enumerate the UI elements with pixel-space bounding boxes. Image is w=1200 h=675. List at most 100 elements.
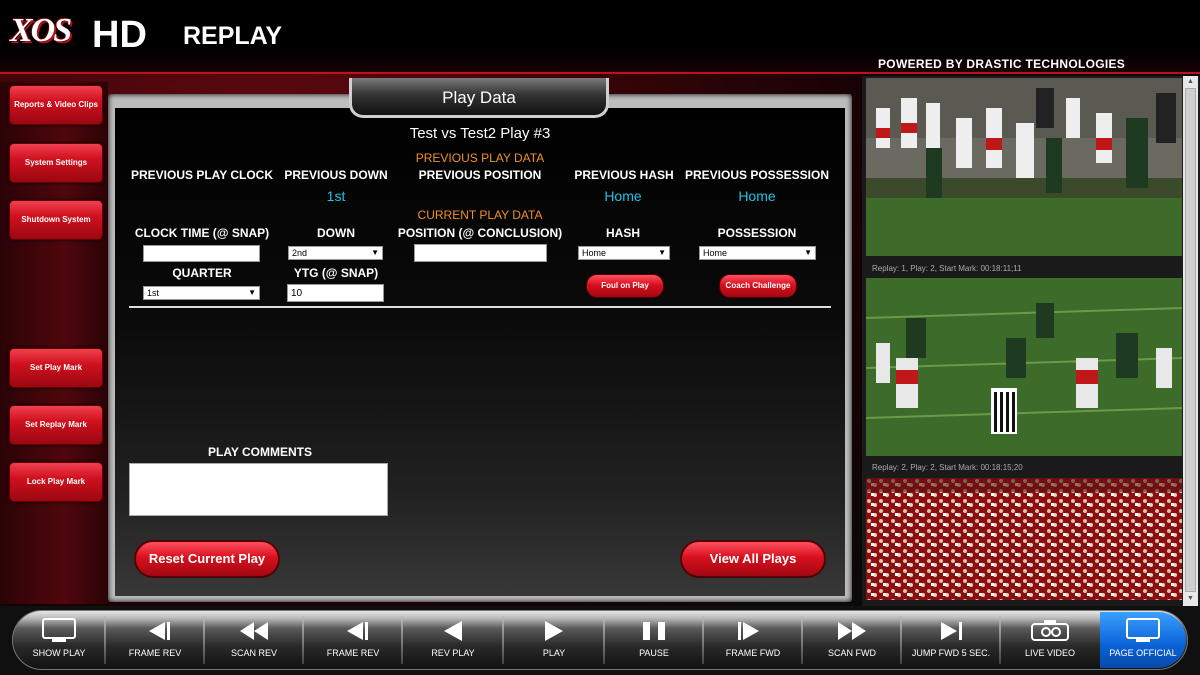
shutdown-system-button[interactable]: Shutdown System	[9, 200, 103, 240]
frame-rev-icon	[347, 622, 368, 640]
down-select-value: 2nd	[292, 248, 308, 258]
transport-separator	[401, 616, 403, 664]
system-settings-button[interactable]: System Settings	[9, 143, 103, 183]
play-comments-label: PLAY COMMENTS	[207, 445, 312, 459]
frame-fwd-label: FRAME FWD	[725, 648, 781, 658]
quarter-select-value: 1st	[147, 288, 160, 298]
page-official-button[interactable]: PAGE OFFICIAL	[1100, 612, 1186, 668]
transport-separator	[203, 616, 205, 664]
reset-current-play-button[interactable]: Reset Current Play	[134, 540, 280, 578]
possession-label: POSSESSION	[717, 226, 797, 240]
scan-fwd-icon	[838, 622, 866, 640]
live-video-label: LIVE VIDEO	[1024, 648, 1076, 658]
frame-rev-button-2[interactable]: FRAME REV	[305, 612, 401, 668]
frame-rev-icon	[149, 622, 170, 640]
logo-replay-text: REPLAY	[183, 22, 283, 50]
view-all-plays-button[interactable]: View All Plays	[680, 540, 826, 578]
live-video-button[interactable]: LIVE VIDEO	[1002, 612, 1098, 668]
jump-fwd-5-sec-button[interactable]: JUMP FWD 5 SEC.	[903, 612, 999, 668]
xos-logo: XOS	[10, 12, 72, 49]
chevron-down-icon: ▼	[248, 288, 256, 297]
transport-separator	[801, 616, 803, 664]
down-label: DOWN	[317, 226, 355, 240]
transport-separator	[603, 616, 605, 664]
quarter-select[interactable]: 1st ▼	[143, 286, 260, 300]
lock-play-mark-button[interactable]: Lock Play Mark	[9, 462, 103, 502]
frame-fwd-icon	[738, 622, 759, 640]
scroll-up-icon[interactable]: ▲	[1185, 77, 1196, 87]
field-action-photo	[866, 278, 1182, 456]
previous-down-value: 1st	[326, 188, 346, 204]
position-label: POSITION (@ CONCLUSION)	[397, 226, 563, 240]
scan-fwd-button[interactable]: SCAN FWD	[804, 612, 900, 668]
scan-fwd-label: SCAN FWD	[828, 648, 876, 658]
camera-icon	[1031, 620, 1069, 641]
play-label: PLAY	[542, 648, 566, 658]
play-comments-input[interactable]	[129, 463, 388, 516]
foul-on-play-button[interactable]: Foul on Play	[586, 274, 664, 298]
hash-select-value: Home	[582, 248, 607, 258]
chevron-down-icon: ▼	[658, 248, 666, 257]
transport-separator	[104, 616, 106, 664]
pause-icon	[643, 622, 665, 640]
previous-position-label: PREVIOUS POSITION	[418, 168, 542, 182]
pause-label: PAUSE	[639, 648, 669, 658]
scrollbar-thumb[interactable]	[1185, 88, 1196, 592]
frame-rev-button[interactable]: FRAME REV	[107, 612, 203, 668]
reports-video-clips-button[interactable]: Reports & Video Clips	[9, 85, 103, 125]
video-clip-2-thumbnail[interactable]	[866, 278, 1182, 456]
possession-select[interactable]: Home ▼	[699, 246, 816, 260]
previous-down-label: PREVIOUS DOWN	[284, 168, 388, 182]
video-clip-2-caption: Replay: 2, Play: 2, Start Mark: 00:18:15…	[872, 463, 1023, 472]
jump-fwd-5-sec-label: JUMP FWD 5 SEC.	[911, 648, 991, 658]
clock-time-input[interactable]	[143, 245, 260, 262]
possession-select-value: Home	[703, 248, 728, 258]
scroll-down-icon[interactable]: ▼	[1185, 594, 1196, 604]
panel-title: Play Data	[349, 78, 609, 118]
transport-separator	[502, 616, 504, 664]
previous-possession-value: Home	[738, 188, 776, 204]
logo-hd-text: HD	[92, 14, 147, 56]
video-clip-1-thumbnail[interactable]	[866, 78, 1182, 256]
previous-hash-label: PREVIOUS HASH	[574, 168, 674, 182]
position-input[interactable]	[414, 244, 547, 262]
video-clip-1-caption: Replay: 1, Play: 2, Start Mark: 00:18:11…	[872, 264, 1022, 273]
quarter-label: QUARTER	[172, 266, 232, 280]
scan-rev-icon	[240, 622, 268, 640]
ytg-input[interactable]	[287, 284, 384, 302]
scan-rev-button[interactable]: SCAN REV	[206, 612, 302, 668]
rev-play-label: REV PLAY	[431, 648, 475, 658]
coach-challenge-button[interactable]: Coach Challenge	[719, 274, 797, 298]
crowd-photo	[866, 478, 1182, 600]
frame-rev-label: FRAME REV	[128, 648, 182, 658]
panel-divider	[129, 306, 831, 308]
monitor-icon	[1126, 618, 1160, 642]
pause-button[interactable]: PAUSE	[606, 612, 702, 668]
game-title: Test vs Test2 Play #3	[409, 125, 551, 142]
frame-fwd-button[interactable]: FRAME FWD	[705, 612, 801, 668]
show-play-button[interactable]: SHOW PLAY	[14, 612, 104, 668]
previous-play-clock-label: PREVIOUS PLAY CLOCK	[130, 168, 274, 182]
hash-select[interactable]: Home ▼	[578, 246, 670, 260]
previous-hash-value: Home	[604, 188, 642, 204]
jump-fwd-icon	[941, 622, 962, 640]
sideline-photo	[866, 78, 1182, 256]
transport-separator	[999, 616, 1001, 664]
scan-rev-label: SCAN REV	[230, 648, 277, 658]
rev-play-button[interactable]: REV PLAY	[404, 612, 502, 668]
rev-play-icon	[444, 621, 462, 641]
previous-play-section-label: PREVIOUS PLAY DATA	[415, 151, 545, 165]
page-official-label: PAGE OFFICIAL	[1109, 648, 1177, 658]
transport-separator	[900, 616, 902, 664]
down-select[interactable]: 2nd ▼	[288, 246, 383, 260]
powered-by-text: POWERED BY DRASTIC TECHNOLOGIES	[878, 57, 1126, 71]
transport-separator	[302, 616, 304, 664]
chevron-down-icon: ▼	[371, 248, 379, 257]
clock-time-label: CLOCK TIME (@ SNAP)	[134, 226, 270, 240]
play-button[interactable]: PLAY	[505, 612, 603, 668]
play-icon	[545, 621, 563, 641]
video-clip-3-thumbnail[interactable]	[866, 478, 1182, 600]
set-replay-mark-button[interactable]: Set Replay Mark	[9, 405, 103, 445]
set-play-mark-button[interactable]: Set Play Mark	[9, 348, 103, 388]
current-play-section-label: CURRENT PLAY DATA	[417, 208, 543, 222]
